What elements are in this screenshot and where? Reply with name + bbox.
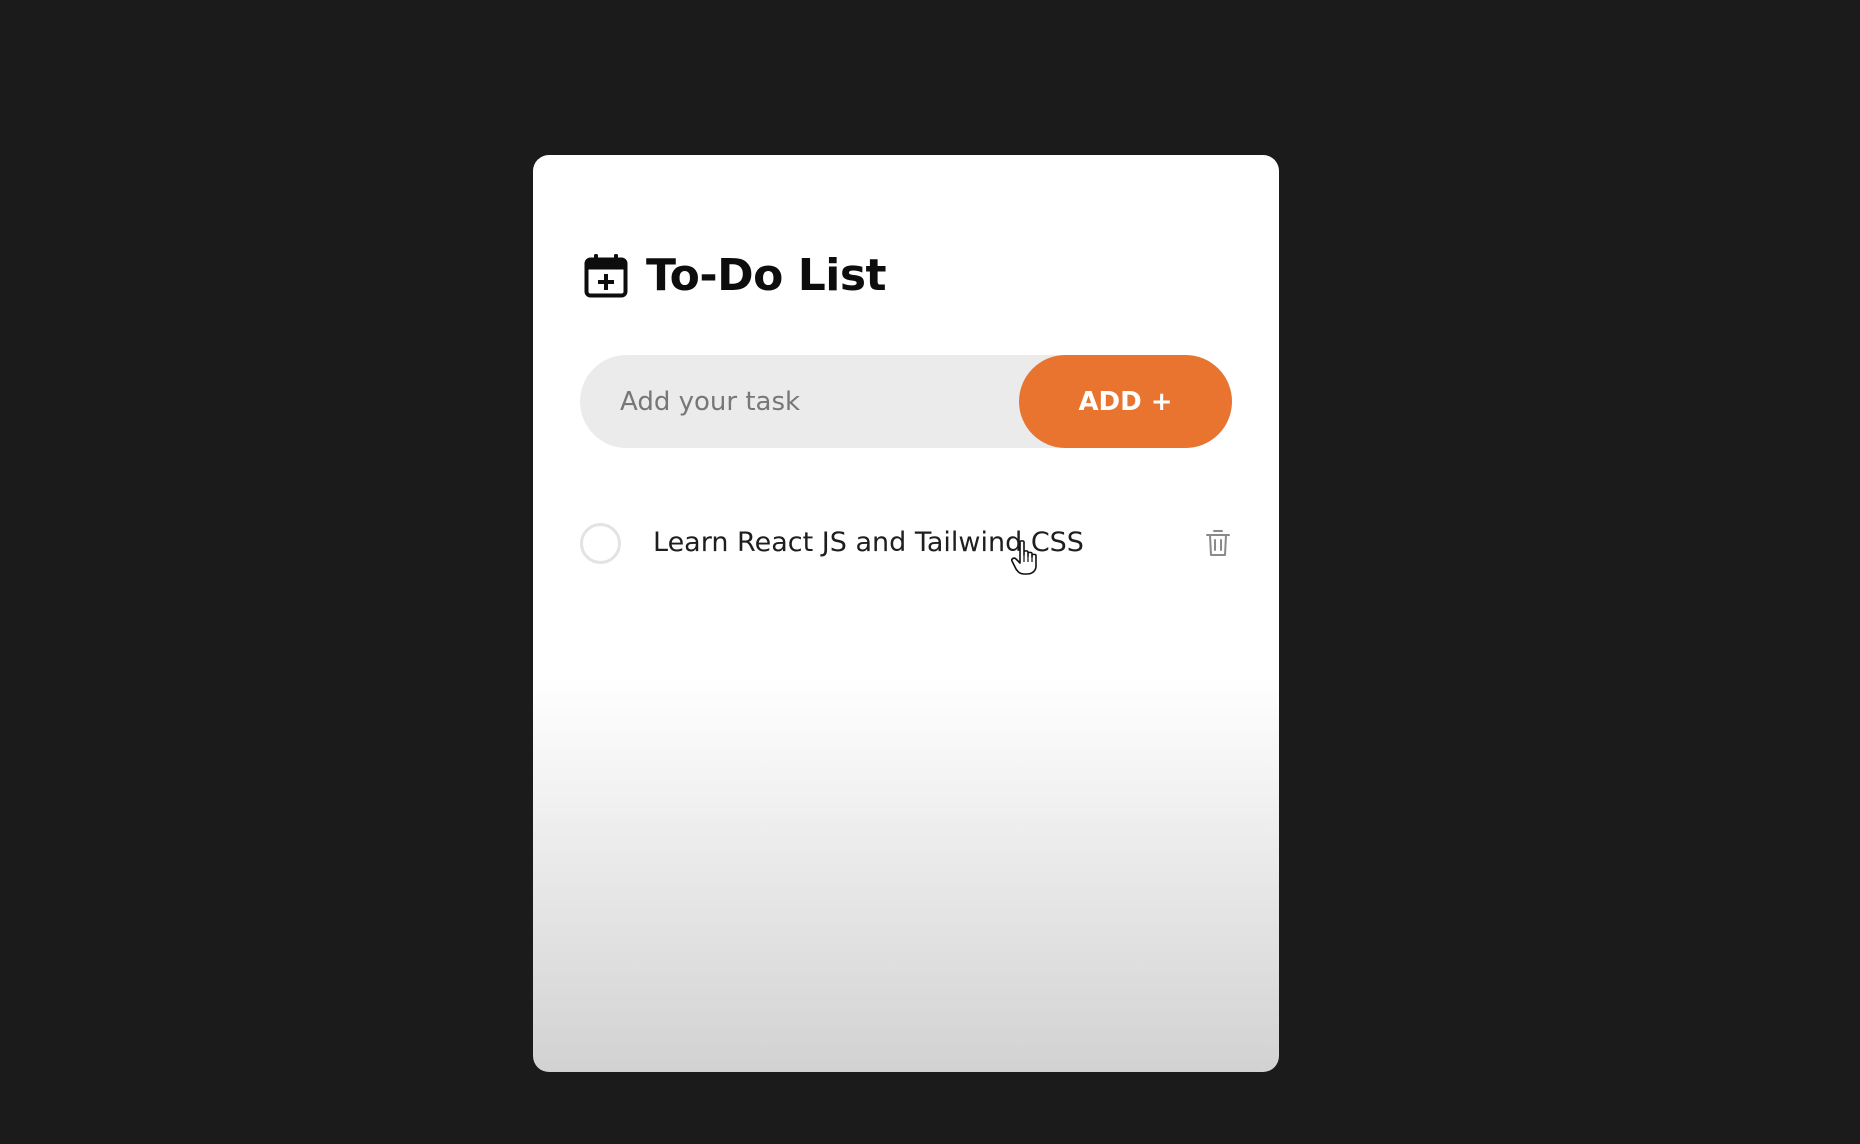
add-task-button[interactable]: ADD +: [1019, 355, 1232, 448]
circle-unchecked-icon[interactable]: [580, 523, 621, 564]
header: To-Do List: [584, 250, 887, 301]
task-input-group: ADD +: [580, 355, 1232, 448]
task-item: Learn React JS and Tailwind CSS: [580, 515, 1232, 575]
trash-icon[interactable]: [1204, 528, 1232, 558]
todo-card: To-Do List ADD + Learn React JS and Tail…: [533, 155, 1279, 1072]
page-title: To-Do List: [646, 250, 887, 301]
task-input[interactable]: [580, 355, 1020, 448]
calendar-plus-icon: [584, 254, 628, 298]
task-text[interactable]: Learn React JS and Tailwind CSS: [653, 527, 1084, 558]
